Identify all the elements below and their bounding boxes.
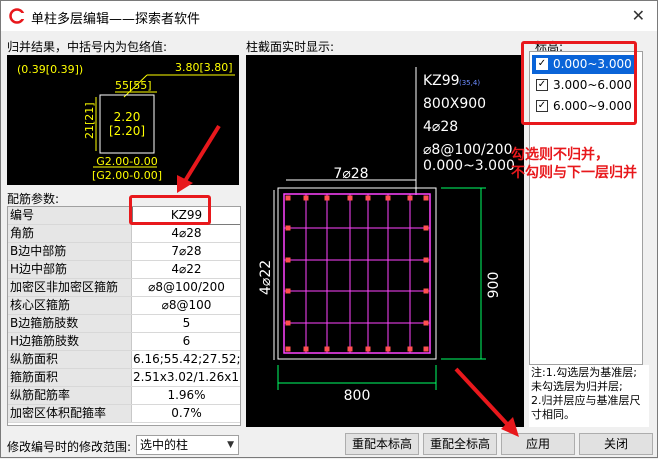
dialog-window: 单柱多层编辑——探索者软件 ✕ 归并结果，中括号内为包络值: (0.39[0.3… bbox=[0, 0, 658, 458]
annotation-arrows bbox=[177, 124, 519, 437]
arrow-to-apply bbox=[454, 367, 511, 428]
arrow-to-id bbox=[183, 124, 221, 183]
